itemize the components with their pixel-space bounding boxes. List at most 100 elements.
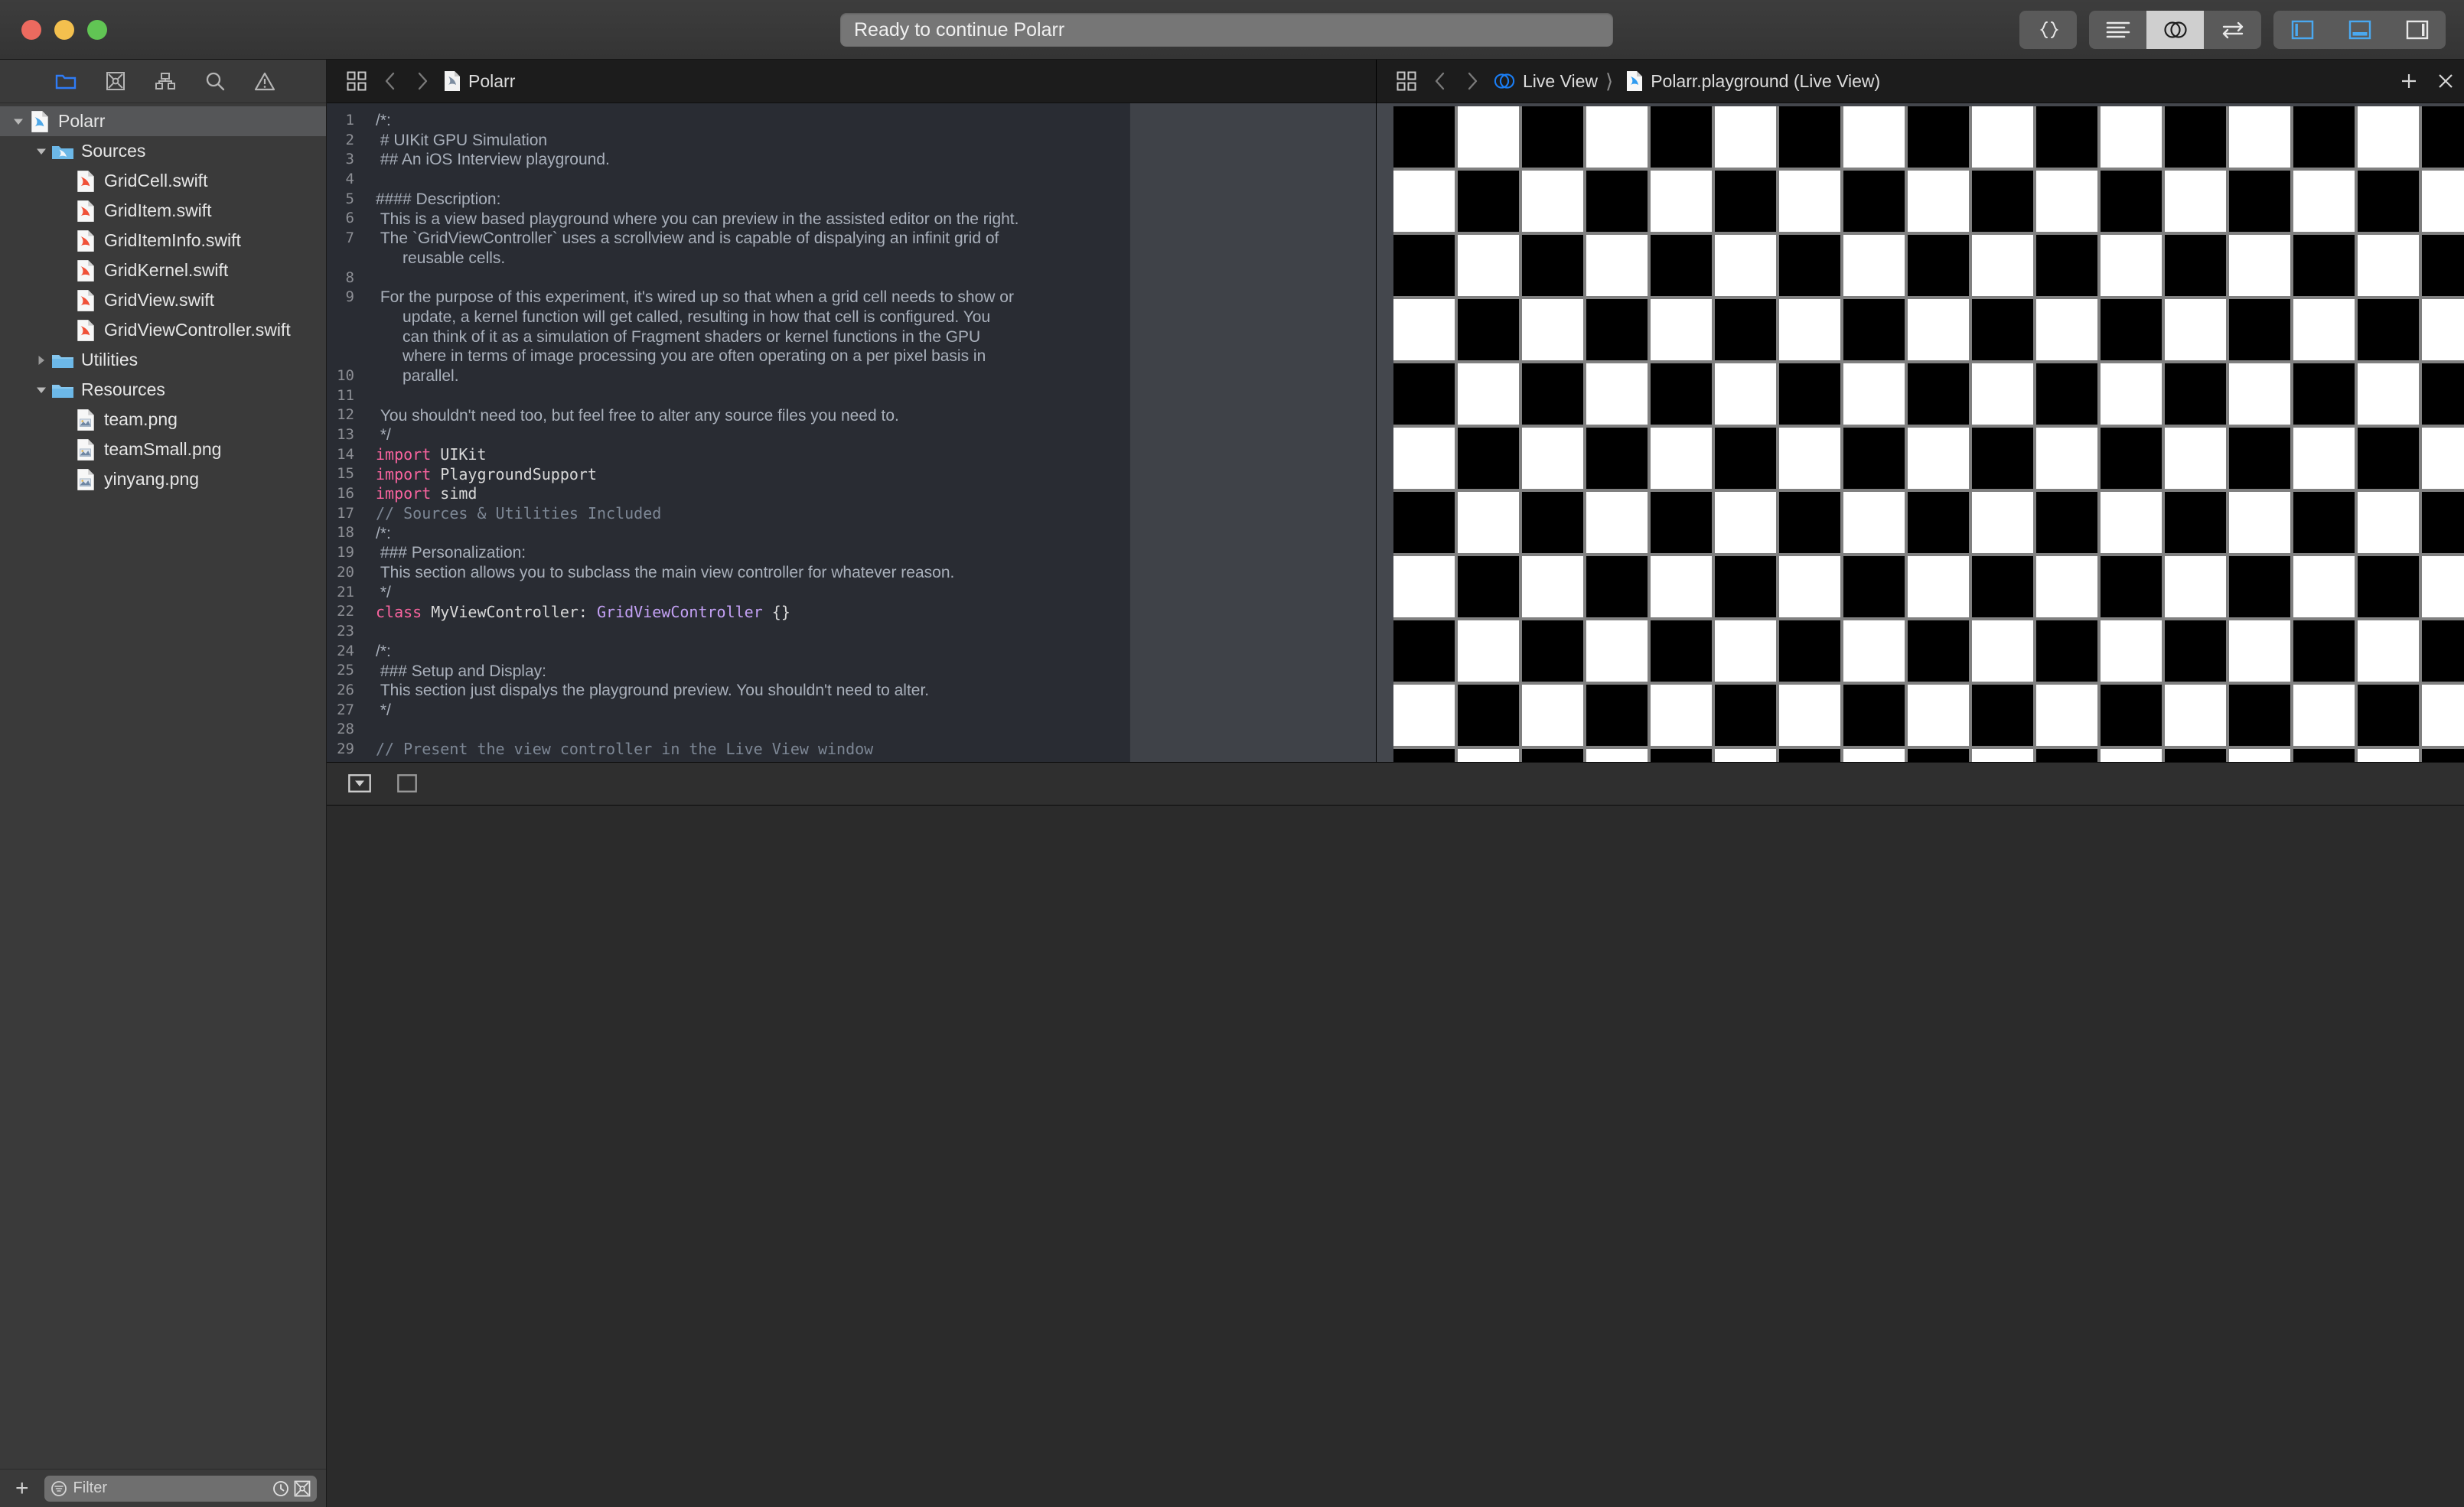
grid-cell[interactable] <box>2229 171 2290 232</box>
documentation-line[interactable]: This section allows you to subclass the … <box>365 563 1102 583</box>
grid-cell[interactable] <box>2293 685 2355 746</box>
documentation-line[interactable]: where in terms of image processing you a… <box>365 347 1102 366</box>
grid-cell[interactable] <box>1522 492 1583 553</box>
version-editor-button[interactable] <box>2204 11 2261 49</box>
go-forward-icon[interactable] <box>406 71 438 91</box>
grid-cell[interactable] <box>2422 749 2464 762</box>
tree-item-gridcell-swift[interactable]: GridCell.swift <box>0 166 326 196</box>
grid-cell[interactable] <box>1651 556 1712 617</box>
grid-cell[interactable] <box>1843 171 1905 232</box>
grid-cell[interactable] <box>2358 685 2419 746</box>
grid-cell[interactable] <box>1393 749 1455 762</box>
close-assistant-editor-button[interactable] <box>2427 71 2464 91</box>
grid-cell[interactable] <box>1779 363 1840 425</box>
grid-cell[interactable] <box>1393 171 1455 232</box>
grid-cell[interactable] <box>1393 620 1455 682</box>
grid-cell[interactable] <box>1458 620 1519 682</box>
grid-cell[interactable] <box>1779 428 1840 489</box>
grid-cell[interactable] <box>1972 106 2033 168</box>
tree-item-utilities[interactable]: Utilities <box>0 345 326 375</box>
grid-cell[interactable] <box>1393 556 1455 617</box>
grid-cell[interactable] <box>2358 749 2419 762</box>
grid-cell[interactable] <box>2229 749 2290 762</box>
hide-debug-area-icon[interactable] <box>348 774 371 793</box>
chevron-down-icon[interactable] <box>8 115 28 129</box>
tree-item-teamsmall-png[interactable]: teamSmall.png <box>0 435 326 464</box>
grid-cell[interactable] <box>2165 428 2226 489</box>
grid-cell[interactable] <box>2165 299 2226 360</box>
documentation-line[interactable]: */ <box>365 701 1102 721</box>
live-view-container[interactable] <box>1377 103 2464 762</box>
grid-cell[interactable] <box>1586 106 1648 168</box>
assistant-editor-button[interactable] <box>2146 11 2204 49</box>
grid-cell[interactable] <box>2422 363 2464 425</box>
grid-cell[interactable] <box>2165 620 2226 682</box>
find-navigator-icon[interactable] <box>205 71 225 91</box>
documentation-line[interactable]: #### Description: <box>365 190 1102 210</box>
grid-cell[interactable] <box>2358 299 2419 360</box>
grid-cell[interactable] <box>1779 620 1840 682</box>
grid-cell[interactable] <box>1522 363 1583 425</box>
grid-cell[interactable] <box>1393 235 1455 296</box>
grid-cell[interactable] <box>2165 556 2226 617</box>
grid-cell[interactable] <box>2229 556 2290 617</box>
grid-cell[interactable] <box>2293 299 2355 360</box>
grid-cell[interactable] <box>1972 620 2033 682</box>
grid-cell[interactable] <box>2165 363 2226 425</box>
grid-cell[interactable] <box>1908 492 1969 553</box>
grid-cell[interactable] <box>2358 492 2419 553</box>
grid-cell[interactable] <box>1779 556 1840 617</box>
tree-item-gridkernel-swift[interactable]: GridKernel.swift <box>0 256 326 285</box>
grid-cell[interactable] <box>2101 299 2162 360</box>
grid-cell[interactable] <box>1843 620 1905 682</box>
code-line[interactable]: // Present the view controller in the Li… <box>365 740 1102 760</box>
grid-cell[interactable] <box>1908 299 1969 360</box>
chevron-down-icon[interactable] <box>31 145 51 158</box>
grid-cell[interactable] <box>2036 492 2097 553</box>
grid-cell[interactable] <box>1843 363 1905 425</box>
grid-cell[interactable] <box>1651 492 1712 553</box>
grid-cell[interactable] <box>1715 492 1776 553</box>
code-line[interactable]: import simd <box>365 484 1102 504</box>
grid-cell[interactable] <box>2293 235 2355 296</box>
project-file-tree[interactable]: PolarrSourcesGridCell.swiftGridItem.swif… <box>0 103 326 1469</box>
grid-cell[interactable] <box>1458 428 1519 489</box>
grid-cell[interactable] <box>2358 235 2419 296</box>
grid-cell[interactable] <box>2101 620 2162 682</box>
grid-cell[interactable] <box>1458 106 1519 168</box>
grid-cell[interactable] <box>2101 749 2162 762</box>
code-text-area[interactable]: /*: # UIKit GPU Simulation ## An iOS Int… <box>365 103 1102 762</box>
grid-cell[interactable] <box>2358 620 2419 682</box>
grid-cell[interactable] <box>1586 235 1648 296</box>
grid-cell[interactable] <box>2358 363 2419 425</box>
grid-cell[interactable] <box>1715 749 1776 762</box>
grid-cell[interactable] <box>1651 620 1712 682</box>
source-editor[interactable]: 1234567891011121314151617181920212223242… <box>327 103 1376 762</box>
grid-cell[interactable] <box>1843 299 1905 360</box>
grid-cell[interactable] <box>1779 235 1840 296</box>
grid-cell[interactable] <box>1908 106 1969 168</box>
grid-cell[interactable] <box>1779 749 1840 762</box>
tree-item-team-png[interactable]: team.png <box>0 405 326 435</box>
grid-cell[interactable] <box>2229 492 2290 553</box>
grid-cell[interactable] <box>1586 363 1648 425</box>
grid-cell[interactable] <box>1522 428 1583 489</box>
grid-cell[interactable] <box>1779 106 1840 168</box>
grid-cell[interactable] <box>1586 685 1648 746</box>
grid-cell[interactable] <box>1972 492 2033 553</box>
documentation-line[interactable]: update, a kernel function will get calle… <box>365 308 1102 327</box>
grid-cell[interactable] <box>2036 363 2097 425</box>
documentation-line[interactable]: ### Setup and Display: <box>365 662 1102 682</box>
issue-navigator-icon[interactable] <box>254 72 275 91</box>
grid-cell[interactable] <box>2358 106 2419 168</box>
filter-input[interactable]: Filter <box>73 1479 266 1497</box>
grid-cell[interactable] <box>2293 428 2355 489</box>
grid-cell[interactable] <box>1651 106 1712 168</box>
grid-cell[interactable] <box>1715 171 1776 232</box>
grid-cell[interactable] <box>2036 749 2097 762</box>
add-assistant-editor-button[interactable] <box>2391 71 2427 91</box>
grid-cell[interactable] <box>1779 171 1840 232</box>
grid-cell[interactable] <box>2293 363 2355 425</box>
zoom-window-button[interactable] <box>87 20 107 40</box>
grid-cell[interactable] <box>1458 363 1519 425</box>
